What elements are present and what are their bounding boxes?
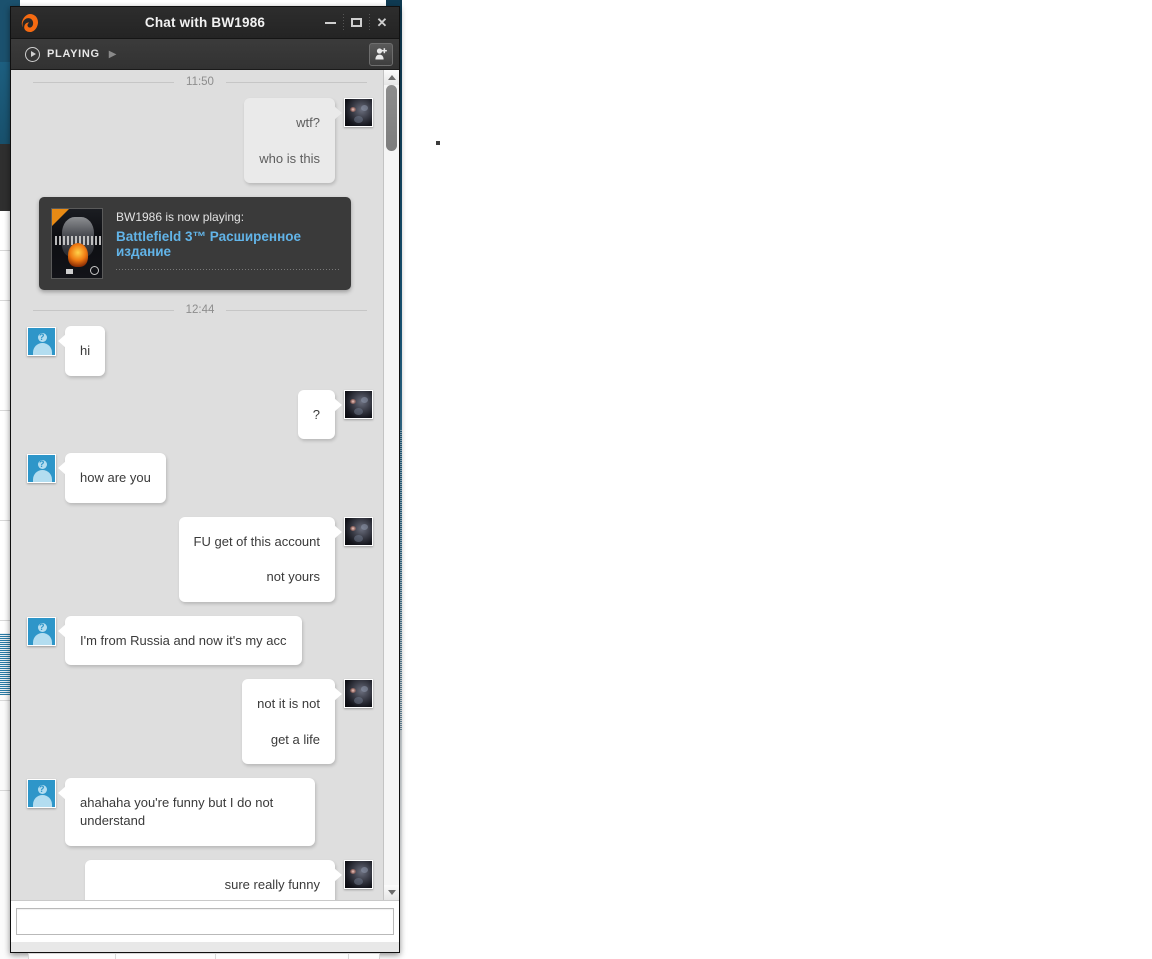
battlefield-3-boxart bbox=[51, 208, 103, 280]
chat-message: FU get of this account not yours bbox=[27, 516, 373, 602]
chat-message: ? how are you bbox=[27, 453, 373, 503]
add-friend-button[interactable] bbox=[369, 42, 393, 66]
origin-logo-icon bbox=[17, 13, 43, 33]
window-bottom-filler bbox=[11, 942, 399, 952]
anonymous-person-avatar: ? bbox=[27, 616, 56, 646]
chat-window: Chat with BW1986 ✕ PLAYING ▶ 11:50 wtf? wh… bbox=[10, 6, 400, 953]
message-line: who is this bbox=[259, 150, 320, 166]
time-label: 12:44 bbox=[185, 304, 215, 317]
message-bubble: how are you bbox=[58, 453, 166, 503]
space-nebula-avatar bbox=[344, 679, 373, 709]
space-nebula-avatar bbox=[344, 98, 373, 127]
title-bar: Chat with BW1986 ✕ bbox=[11, 7, 399, 39]
message-bubble: ? bbox=[297, 389, 343, 440]
message-line: FU get of this account bbox=[193, 533, 320, 549]
background-panel-divider bbox=[115, 953, 116, 959]
space-nebula-avatar bbox=[344, 389, 373, 419]
scroll-down-arrow-icon[interactable] bbox=[384, 885, 399, 900]
chat-message: ? ahahaha you're funny but I do not under… bbox=[27, 778, 373, 846]
message-line: sure really funny bbox=[224, 876, 320, 892]
message-line: I'm from Russia and now it's my acc bbox=[80, 632, 287, 648]
chat-message: sure really funnygo buy the game your se… bbox=[27, 859, 373, 900]
message-line: how are you bbox=[80, 470, 151, 486]
message-area: 11:50 wtf? who is this BW1986 is now playin… bbox=[11, 70, 399, 900]
message-line: ahahaha you're funny but I do not unders… bbox=[80, 795, 274, 829]
vertical-scrollbar[interactable] bbox=[383, 70, 399, 900]
space-nebula-avatar bbox=[344, 516, 373, 546]
background-panel-divider bbox=[348, 953, 349, 959]
chat-message: ? I'm from Russia and now it's my acc bbox=[27, 615, 373, 666]
time-separator: 11:50 bbox=[33, 76, 367, 88]
message-bubble: ahahaha you're funny but I do not unders… bbox=[58, 778, 315, 846]
message-bubble: not it is not get a life bbox=[242, 679, 342, 765]
message-line: wtf? bbox=[296, 115, 320, 130]
playing-label: PLAYING bbox=[47, 48, 100, 60]
background-panel-edge bbox=[28, 953, 380, 959]
space-nebula-avatar bbox=[344, 859, 373, 889]
time-label: 11:50 bbox=[186, 76, 214, 88]
message-bubble: sure really funnygo buy the game your se… bbox=[85, 859, 342, 900]
scroll-up-arrow-icon[interactable] bbox=[384, 70, 399, 85]
chat-message: not it is not get a life bbox=[27, 679, 373, 765]
close-button[interactable]: ✕ bbox=[369, 7, 395, 39]
status-bar: PLAYING ▶ bbox=[11, 39, 399, 70]
scrollbar-thumb[interactable] bbox=[386, 85, 397, 151]
anonymous-person-avatar: ? bbox=[27, 454, 56, 484]
message-input[interactable] bbox=[16, 908, 394, 935]
now-playing-game-link[interactable]: Battlefield 3™ Расширенное издание bbox=[116, 229, 339, 259]
time-separator: 12:44 bbox=[33, 304, 367, 316]
message-bubble: FU get of this account not yours bbox=[178, 516, 343, 602]
minimize-button[interactable] bbox=[317, 7, 343, 39]
chat-message: ? bbox=[27, 389, 373, 440]
now-playing-card: BW1986 is now playing: Battlefield 3™ Рас… bbox=[39, 197, 351, 291]
play-icon bbox=[25, 46, 40, 62]
chevron-right-icon[interactable]: ▶ bbox=[109, 49, 117, 60]
maximize-button[interactable] bbox=[343, 7, 369, 39]
anonymous-person-avatar: ? bbox=[27, 779, 56, 809]
now-playing-divider bbox=[116, 269, 339, 271]
message-line: get a life bbox=[270, 731, 320, 747]
message-bubble: I'm from Russia and now it's my acc bbox=[58, 615, 302, 666]
chat-message: wtf? who is this bbox=[27, 98, 373, 184]
scrollbar-track[interactable] bbox=[384, 85, 399, 885]
now-playing-status: BW1986 is now playing: bbox=[116, 210, 245, 225]
anonymous-person-avatar: ? bbox=[27, 327, 56, 357]
background-panel-divider bbox=[215, 953, 216, 959]
message-list: 11:50 wtf? who is this BW1986 is now playin… bbox=[11, 70, 383, 900]
chat-message: ? hi bbox=[27, 326, 373, 376]
message-bubble: wtf? who is this bbox=[244, 98, 342, 184]
add-friend-icon bbox=[375, 48, 387, 60]
message-line: not yours bbox=[266, 569, 320, 585]
message-input-row bbox=[11, 900, 399, 942]
message-line: ? bbox=[312, 406, 320, 422]
message-line: not it is not bbox=[257, 696, 320, 712]
message-line: hi bbox=[80, 343, 91, 359]
desktop-speck bbox=[436, 141, 440, 145]
window-controls: ✕ bbox=[317, 7, 399, 38]
message-bubble: hi bbox=[57, 326, 106, 376]
